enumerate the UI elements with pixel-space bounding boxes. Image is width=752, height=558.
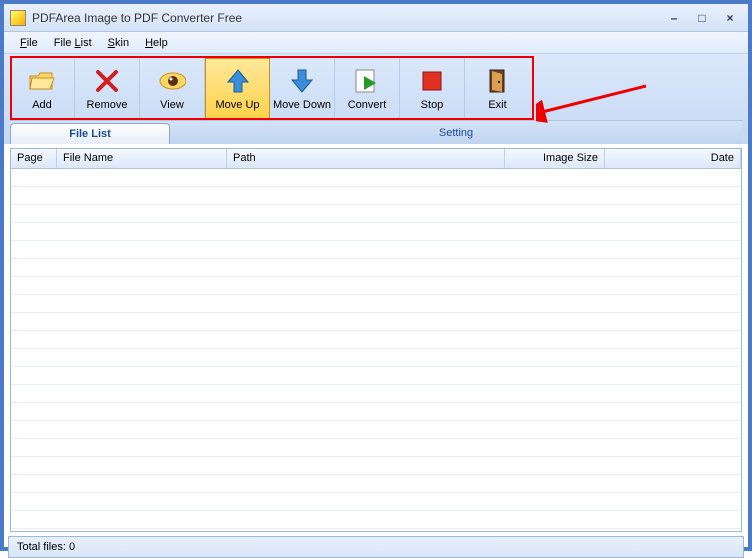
tab-setting[interactable]: Setting bbox=[170, 121, 742, 144]
convert-play-icon bbox=[353, 67, 381, 95]
add-button[interactable]: Add bbox=[10, 58, 75, 120]
menu-help[interactable]: Help bbox=[137, 35, 176, 51]
list-row bbox=[11, 439, 741, 457]
tabs-row: File List Setting bbox=[10, 120, 742, 144]
movedown-button[interactable]: Move Down bbox=[270, 58, 335, 120]
list-row bbox=[11, 169, 741, 187]
view-button[interactable]: View bbox=[140, 58, 205, 120]
list-row bbox=[11, 421, 741, 439]
exit-label: Exit bbox=[488, 99, 506, 111]
list-row bbox=[11, 493, 741, 511]
door-exit-icon bbox=[484, 67, 512, 95]
view-label: View bbox=[160, 99, 184, 111]
list-row bbox=[11, 241, 741, 259]
column-headers: Page File Name Path Image Size Date bbox=[11, 149, 741, 169]
list-row bbox=[11, 187, 741, 205]
folder-open-icon bbox=[28, 67, 56, 95]
list-row bbox=[11, 367, 741, 385]
list-row bbox=[11, 313, 741, 331]
toolbar: Add Remove View Move Up Move Down bbox=[10, 58, 742, 120]
arrow-up-icon bbox=[224, 67, 252, 95]
menubar: File File List Skin Help bbox=[4, 32, 748, 54]
minimize-button[interactable]: – bbox=[662, 10, 686, 26]
col-path[interactable]: Path bbox=[227, 149, 505, 168]
maximize-button[interactable]: □ bbox=[690, 10, 714, 26]
tab-filelist[interactable]: File List bbox=[10, 123, 170, 144]
stop-label: Stop bbox=[421, 99, 444, 111]
movedown-label: Move Down bbox=[273, 99, 331, 111]
moveup-button[interactable]: Move Up bbox=[205, 58, 270, 120]
remove-label: Remove bbox=[87, 99, 128, 111]
exit-button[interactable]: Exit bbox=[465, 58, 530, 120]
toolbar-area: Add Remove View Move Up Move Down bbox=[4, 54, 748, 144]
close-button[interactable]: × bbox=[718, 10, 742, 26]
list-row bbox=[11, 205, 741, 223]
stop-square-icon bbox=[418, 67, 446, 95]
file-list-area: Page File Name Path Image Size Date bbox=[10, 148, 742, 532]
window-title: PDFArea Image to PDF Converter Free bbox=[32, 11, 658, 25]
convert-button[interactable]: Convert bbox=[335, 58, 400, 120]
col-imagesize[interactable]: Image Size bbox=[505, 149, 605, 168]
moveup-label: Move Up bbox=[215, 99, 259, 111]
list-row bbox=[11, 295, 741, 313]
menu-skin[interactable]: Skin bbox=[100, 35, 137, 51]
menu-file[interactable]: File bbox=[12, 35, 46, 51]
col-filename[interactable]: File Name bbox=[57, 149, 227, 168]
remove-button[interactable]: Remove bbox=[75, 58, 140, 120]
list-row bbox=[11, 349, 741, 367]
col-date[interactable]: Date bbox=[605, 149, 741, 168]
status-totalfiles: Total files: 0 bbox=[17, 541, 75, 553]
list-row bbox=[11, 277, 741, 295]
remove-x-icon bbox=[93, 67, 121, 95]
list-row bbox=[11, 475, 741, 493]
list-row bbox=[11, 385, 741, 403]
list-row bbox=[11, 331, 741, 349]
convert-label: Convert bbox=[348, 99, 387, 111]
app-icon bbox=[10, 10, 26, 26]
list-rows[interactable] bbox=[11, 169, 741, 531]
list-row bbox=[11, 511, 741, 529]
titlebar: PDFArea Image to PDF Converter Free – □ … bbox=[4, 4, 748, 32]
stop-button[interactable]: Stop bbox=[400, 58, 465, 120]
list-row bbox=[11, 457, 741, 475]
list-row bbox=[11, 223, 741, 241]
list-row bbox=[11, 403, 741, 421]
add-label: Add bbox=[32, 99, 52, 111]
list-row bbox=[11, 259, 741, 277]
statusbar: Total files: 0 bbox=[8, 536, 744, 558]
eye-icon bbox=[158, 67, 186, 95]
menu-filelist[interactable]: File List bbox=[46, 35, 100, 51]
col-page[interactable]: Page bbox=[11, 149, 57, 168]
arrow-down-icon bbox=[288, 67, 316, 95]
